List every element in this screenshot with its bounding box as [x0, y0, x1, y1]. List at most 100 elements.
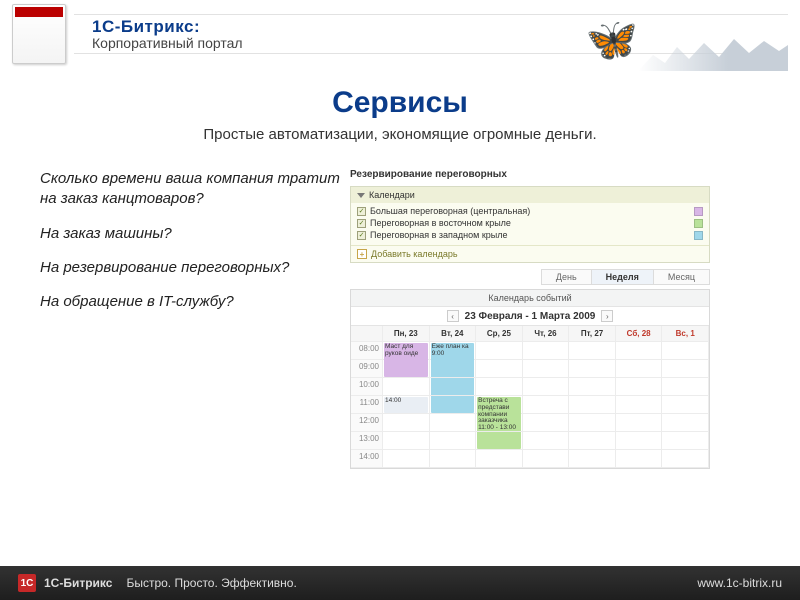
plus-icon: +: [357, 249, 367, 259]
grid-cell[interactable]: [430, 360, 477, 378]
grid-cell[interactable]: [383, 414, 430, 432]
grid-cell[interactable]: [662, 378, 709, 396]
grid-cell[interactable]: [383, 450, 430, 468]
grid-cell[interactable]: [616, 432, 663, 450]
calendar-grid-box: Календарь событий ‹ 23 Февраля - 1 Марта…: [350, 289, 710, 469]
calendar-widget: Резервирование переговорных Календари ✓ …: [350, 169, 710, 469]
grid-cell[interactable]: [662, 342, 709, 360]
product-box-icon: [12, 4, 66, 64]
grid-cell[interactable]: [523, 378, 570, 396]
calendar-grid[interactable]: Пн, 23Вт, 24Ср, 25Чт, 26Пт, 27Сб, 28Вс, …: [351, 326, 709, 468]
title-area: Сервисы Простые автоматизации, экономящи…: [0, 86, 800, 143]
grid-cell[interactable]: [383, 432, 430, 450]
time-label: 08:00: [351, 342, 383, 360]
grid-cell[interactable]: [616, 378, 663, 396]
checkbox-icon[interactable]: ✓: [357, 207, 366, 216]
grid-cell[interactable]: [662, 360, 709, 378]
grid-corner: [351, 326, 383, 342]
grid-cell[interactable]: [476, 342, 523, 360]
add-calendar-button[interactable]: + Добавить календарь: [351, 245, 709, 262]
grid-title: Календарь событий: [351, 290, 709, 307]
grid-cell[interactable]: 14:00: [383, 396, 430, 414]
time-label: 09:00: [351, 360, 383, 378]
grid-cell[interactable]: [430, 432, 477, 450]
grid-cell[interactable]: [662, 414, 709, 432]
calendar-label: Большая переговорная (центральная): [370, 206, 530, 216]
grid-cell[interactable]: [569, 396, 616, 414]
grid-cell[interactable]: [523, 414, 570, 432]
grid-cell[interactable]: [616, 450, 663, 468]
day-header[interactable]: Пт, 27: [569, 326, 616, 342]
grid-cell[interactable]: [476, 450, 523, 468]
tab-month[interactable]: Месяц: [653, 269, 710, 285]
footer-tagline: Быстро. Просто. Эффективно.: [126, 576, 296, 590]
grid-cell[interactable]: [523, 432, 570, 450]
prev-week-button[interactable]: ‹: [447, 310, 459, 322]
grid-cell[interactable]: Встреча с представи компании заказчика 1…: [476, 396, 523, 414]
q3: На резервирование переговорных?: [40, 258, 340, 278]
checkbox-icon[interactable]: ✓: [357, 219, 366, 228]
date-nav: ‹ 23 Февраля - 1 Марта 2009 ›: [351, 307, 709, 326]
page-title: Сервисы: [0, 86, 800, 120]
tab-week[interactable]: Неделя: [591, 269, 654, 285]
grid-cell[interactable]: [523, 396, 570, 414]
grid-cell[interactable]: [476, 432, 523, 450]
grid-cell[interactable]: Еже план ка 9:00: [430, 342, 477, 360]
brand-line1: 1С-Битрикс:: [92, 17, 243, 37]
grid-cell[interactable]: [476, 378, 523, 396]
grid-cell[interactable]: [662, 396, 709, 414]
grid-cell[interactable]: [616, 342, 663, 360]
header: 1С-Битрикс: Корпоративный портал 🦋: [0, 0, 800, 68]
footer-url[interactable]: www.1c-bitrix.ru: [697, 576, 782, 590]
grid-cell[interactable]: Маст для руков оиде: [383, 342, 430, 360]
calendar-item[interactable]: ✓ Большая переговорная (центральная): [355, 205, 705, 217]
day-header[interactable]: Сб, 28: [616, 326, 663, 342]
grid-cell[interactable]: [430, 450, 477, 468]
grid-cell[interactable]: [569, 414, 616, 432]
grid-cell[interactable]: [616, 396, 663, 414]
grid-cell[interactable]: [616, 414, 663, 432]
grid-cell[interactable]: [569, 450, 616, 468]
grid-cell[interactable]: [430, 378, 477, 396]
calendar-event[interactable]: 14:00: [384, 397, 428, 413]
grid-cell[interactable]: [523, 360, 570, 378]
day-header[interactable]: Пн, 23: [383, 326, 430, 342]
grid-cell[interactable]: [569, 342, 616, 360]
day-header[interactable]: Вт, 24: [430, 326, 477, 342]
footer-logo-icon: 1C: [18, 574, 36, 592]
widget-title: Резервирование переговорных: [350, 169, 710, 180]
grid-cell[interactable]: [616, 360, 663, 378]
grid-cell[interactable]: [476, 414, 523, 432]
grid-cell[interactable]: [569, 360, 616, 378]
grid-cell[interactable]: [383, 378, 430, 396]
grid-cell[interactable]: [662, 432, 709, 450]
chevron-down-icon: [357, 193, 365, 198]
footer: 1C 1С-Битрикс Быстро. Просто. Эффективно…: [0, 566, 800, 600]
grid-cell[interactable]: [430, 396, 477, 414]
grid-cell[interactable]: [476, 360, 523, 378]
brand-text: 1С-Битрикс: Корпоративный портал: [92, 17, 243, 51]
time-label: 11:00: [351, 396, 383, 414]
calendar-item[interactable]: ✓ Переговорная в западном крыле: [355, 229, 705, 241]
grid-cell[interactable]: [430, 414, 477, 432]
day-header[interactable]: Вс, 1: [662, 326, 709, 342]
calendar-item[interactable]: ✓ Переговорная в восточном крыле: [355, 217, 705, 229]
time-label: 12:00: [351, 414, 383, 432]
grid-cell[interactable]: [569, 432, 616, 450]
grid-cell[interactable]: [569, 378, 616, 396]
day-header[interactable]: Ср, 25: [476, 326, 523, 342]
next-week-button[interactable]: ›: [601, 310, 613, 322]
calendars-header[interactable]: Календари: [351, 187, 709, 203]
checkbox-icon[interactable]: ✓: [357, 231, 366, 240]
grid-cell[interactable]: [662, 450, 709, 468]
brand-line2: Корпоративный портал: [92, 35, 243, 51]
grid-cell[interactable]: [383, 360, 430, 378]
calendar-label: Переговорная в западном крыле: [370, 230, 508, 240]
grid-cell[interactable]: [523, 342, 570, 360]
day-header[interactable]: Чт, 26: [523, 326, 570, 342]
grid-cell[interactable]: [523, 450, 570, 468]
footer-brand: 1С-Битрикс: [44, 576, 112, 590]
color-swatch: [694, 231, 703, 240]
body-row: Сколько времени ваша компания тратит на …: [0, 169, 800, 469]
tab-day[interactable]: День: [541, 269, 592, 285]
